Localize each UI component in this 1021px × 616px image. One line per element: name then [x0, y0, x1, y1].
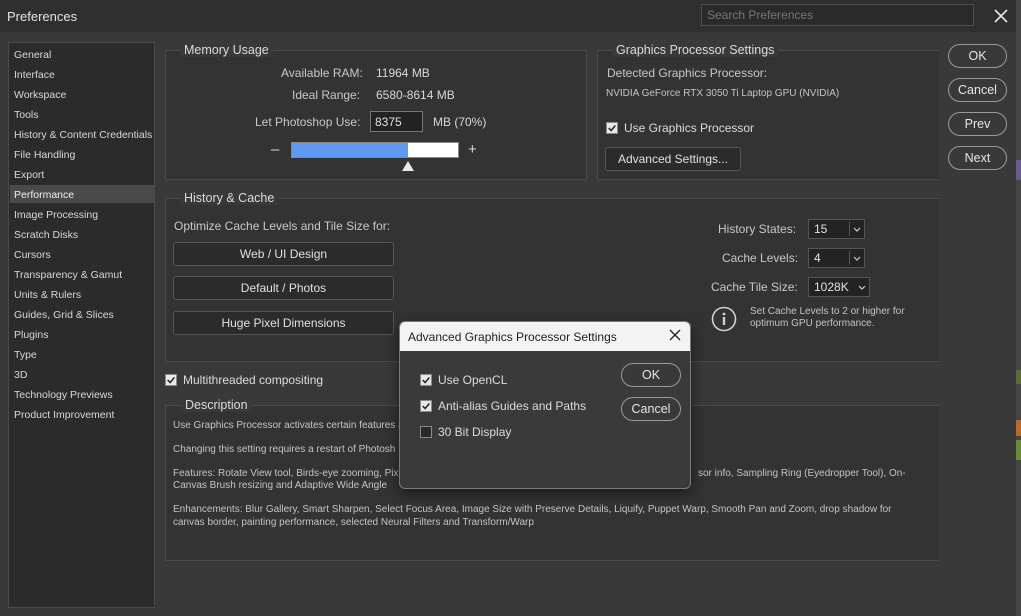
sidebar-item-history[interactable]: History & Content Credentials — [10, 125, 155, 143]
cache-levels-value: 4 — [814, 251, 821, 265]
sidebar-item-image-processing[interactable]: Image Processing — [10, 205, 155, 223]
prev-button[interactable]: Prev — [948, 112, 1007, 136]
memory-slider-fill — [292, 143, 409, 157]
sidebar-item-3d[interactable]: 3D — [10, 365, 155, 383]
sidebar-item-workspace[interactable]: Workspace — [10, 85, 155, 103]
ideal-range-label: Ideal Range: — [292, 88, 361, 102]
web-ui-design-button[interactable]: Web / UI Design — [173, 242, 394, 266]
opencl-checkbox[interactable] — [420, 374, 432, 386]
description-line: sor info, Sampling Ring (Eyedropper Tool… — [698, 468, 906, 479]
description-line: Enhancements: Blur Gallery, Smart Sharpe… — [173, 504, 892, 515]
detected-gpu-label: Detected Graphics Processor: — [607, 66, 768, 80]
description-title: Description — [181, 398, 252, 412]
optimize-label: Optimize Cache Levels and Tile Size for: — [174, 219, 391, 233]
search-input[interactable] — [701, 4, 974, 26]
use-gpu-checkbox[interactable] — [606, 122, 618, 134]
sidebar-item-product-improvement[interactable]: Product Improvement — [10, 405, 155, 423]
dialog-title-bar: Advanced Graphics Processor Settings — [400, 322, 690, 351]
memory-amount-input[interactable] — [370, 111, 423, 132]
ok-button[interactable]: OK — [948, 44, 1007, 68]
sidebar-item-scratch-disks[interactable]: Scratch Disks — [10, 225, 155, 243]
memory-slider-thumb[interactable] — [402, 161, 415, 171]
sidebar-item-tools[interactable]: Tools — [10, 105, 155, 123]
memory-decrease-button[interactable]: – — [271, 141, 279, 158]
sidebar-item-transparency[interactable]: Transparency & Gamut — [10, 265, 155, 283]
select-separator — [849, 222, 850, 236]
available-ram-value: 11964 MB — [376, 66, 430, 80]
opencl-label: Use OpenCL — [438, 373, 508, 387]
anti-alias-checkbox[interactable] — [420, 400, 432, 412]
info-icon — [711, 306, 737, 332]
background-app-swatch — [1016, 160, 1021, 180]
let-photoshop-use-label: Let Photoshop Use: — [255, 115, 361, 129]
sidebar-item-cursors[interactable]: Cursors — [10, 245, 155, 263]
memory-increase-button[interactable]: + — [468, 141, 477, 158]
background-app-swatch — [1016, 370, 1021, 384]
description-line: Canvas Brush resizing and Adaptive Wide … — [173, 480, 388, 491]
memory-usage-title: Memory Usage — [180, 43, 273, 57]
history-states-label: History States: — [718, 222, 797, 236]
huge-pixel-dimensions-button[interactable]: Huge Pixel Dimensions — [173, 311, 394, 335]
sidebar-item-general[interactable]: General — [10, 45, 155, 63]
dialog-title: Advanced Graphics Processor Settings — [408, 330, 617, 344]
detected-gpu-value: NVIDIA GeForce RTX 3050 Ti Laptop GPU (N… — [606, 88, 840, 99]
cache-tile-size-value: 1028K — [814, 280, 849, 294]
multithreaded-checkbox[interactable] — [165, 374, 177, 386]
advanced-settings-button[interactable]: Advanced Settings... — [605, 147, 741, 171]
sidebar-item-export[interactable]: Export — [10, 165, 155, 183]
gpu-settings-title: Graphics Processor Settings — [612, 43, 779, 57]
sidebar: General Interface Workspace Tools Histor… — [8, 42, 155, 608]
title-bar: Preferences — [0, 0, 1021, 32]
cache-tile-size-label: Cache Tile Size: — [711, 280, 798, 294]
sidebar-item-performance[interactable]: Performance — [10, 185, 155, 203]
30-bit-display-checkbox[interactable] — [420, 426, 432, 438]
cache-levels-select[interactable]: 4 — [808, 248, 865, 268]
chevron-down-icon — [858, 285, 866, 290]
sidebar-item-interface[interactable]: Interface — [10, 65, 155, 83]
default-photos-button[interactable]: Default / Photos — [173, 276, 394, 300]
dialog-cancel-button[interactable]: Cancel — [621, 397, 681, 421]
history-states-select[interactable]: 15 — [808, 219, 865, 239]
window-title: Preferences — [7, 9, 78, 24]
memory-unit-label: MB (70%) — [433, 115, 487, 129]
sidebar-item-guides[interactable]: Guides, Grid & Slices — [10, 305, 155, 323]
sidebar-item-units[interactable]: Units & Rulers — [10, 285, 155, 303]
chevron-down-icon — [853, 256, 861, 261]
advanced-gpu-dialog: Advanced Graphics Processor Settings Use… — [399, 321, 691, 489]
cache-levels-label: Cache Levels: — [722, 251, 799, 265]
multithreaded-label: Multithreaded compositing — [183, 373, 324, 387]
anti-alias-label: Anti-alias Guides and Paths — [438, 399, 587, 413]
sidebar-item-type[interactable]: Type — [10, 345, 155, 363]
close-icon[interactable] — [668, 328, 682, 342]
ideal-range-value: 6580-8614 MB — [376, 88, 455, 102]
history-cache-title: History & Cache — [180, 191, 279, 205]
chevron-down-icon — [853, 227, 861, 232]
cancel-button[interactable]: Cancel — [948, 78, 1007, 102]
background-app-swatch — [1016, 440, 1021, 460]
memory-slider[interactable] — [291, 142, 459, 158]
next-button[interactable]: Next — [948, 146, 1007, 170]
use-gpu-label: Use Graphics Processor — [624, 121, 755, 135]
sidebar-item-plugins[interactable]: Plugins — [10, 325, 155, 343]
description-line: Use Graphics Processor activates certain… — [173, 420, 404, 431]
cache-info-line1: Set Cache Levels to 2 or higher for — [750, 306, 905, 317]
background-app-strip — [1016, 0, 1021, 616]
close-icon[interactable] — [990, 5, 1012, 27]
background-app-swatch — [1016, 420, 1021, 436]
sidebar-item-file-handling[interactable]: File Handling — [10, 145, 155, 163]
description-line: canvas border, painting performance, sel… — [173, 517, 534, 528]
available-ram-label: Available RAM: — [281, 66, 363, 80]
description-line: Features: Rotate View tool, Birds-eye zo… — [173, 468, 405, 479]
cache-tile-size-select[interactable]: 1028K — [808, 277, 870, 297]
select-separator — [849, 251, 850, 265]
description-line: Changing this setting requires a restart… — [173, 444, 396, 455]
dialog-ok-button[interactable]: OK — [621, 363, 681, 387]
30-bit-display-label: 30 Bit Display — [438, 425, 512, 439]
cache-info-line2: optimum GPU performance. — [750, 318, 875, 329]
sidebar-item-tech-previews[interactable]: Technology Previews — [10, 385, 155, 403]
history-states-value: 15 — [814, 222, 828, 236]
